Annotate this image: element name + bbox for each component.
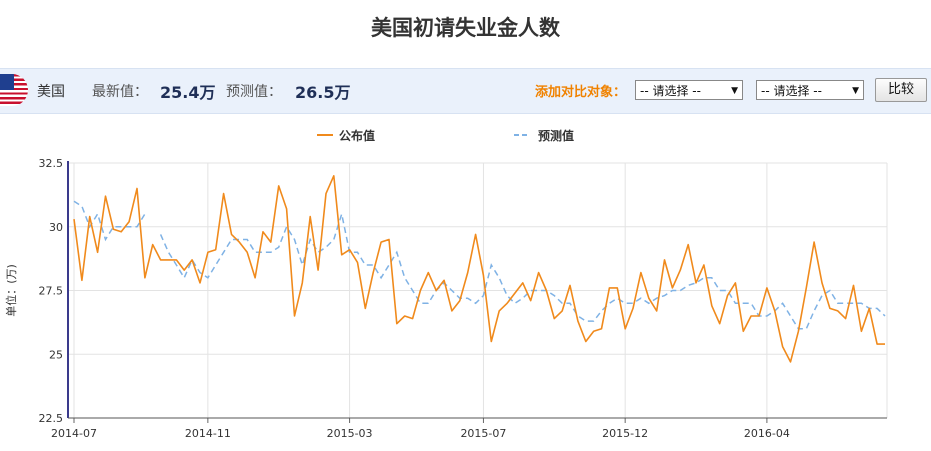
x-tick-label: 2015-03 <box>327 427 373 440</box>
y-tick-label: 30 <box>49 221 63 234</box>
x-tick-label: 2015-12 <box>602 427 648 440</box>
y-tick-label: 22.5 <box>39 412 64 425</box>
line-chart: 22.5 25 27.5 30 32.5 2014-07 2014-11 2015-03 201… <box>4 128 888 440</box>
series-line-actual <box>73 175 885 363</box>
y-tick-label: 25 <box>49 348 63 361</box>
x-tick-label: 2014-11 <box>185 427 231 440</box>
y-tick-label: 27.5 <box>39 285 64 298</box>
legend-label-actual: 公布值 <box>339 128 375 143</box>
y-tick-label: 32.5 <box>39 157 64 170</box>
x-tick-label: 2015-07 <box>460 427 506 440</box>
x-tick-label: 2016-04 <box>744 427 790 440</box>
x-tick-label: 2014-07 <box>51 427 97 440</box>
legend-label-forecast: 预测值 <box>538 128 574 143</box>
y-axis-label: 单位：(万) <box>4 264 18 317</box>
series-line-forecast <box>73 200 886 330</box>
